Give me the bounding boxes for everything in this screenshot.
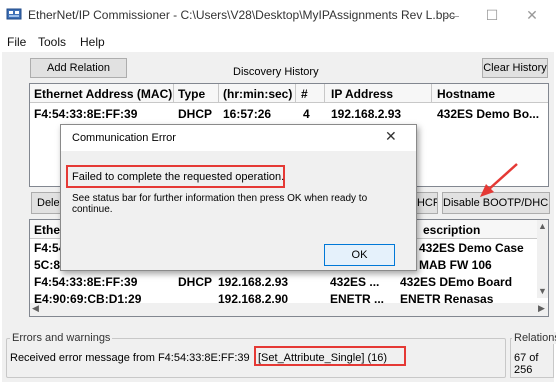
error-message: Received error message from F4:54:33:8E:… [10,352,250,364]
row-description: 432ES DEmo Board [400,275,513,289]
clear-history-button[interactable]: Clear History [482,58,548,78]
col-header-mac-partial[interactable]: Ethe [34,223,60,237]
dialog-title: Communication Error [72,132,176,144]
row-count: 4 [303,107,310,121]
row-hostname: 432ES Demo Bo... [437,107,540,121]
col-header-description[interactable]: escription [423,223,480,237]
column-divider[interactable] [218,84,219,102]
dialog-message: Failed to complete the requested operati… [72,171,285,183]
relations-count: 67 of 256 [514,352,539,376]
column-divider[interactable] [324,84,325,102]
row-mac: F4:54:33:8E:FF:39 [34,275,138,289]
scroll-down-icon[interactable]: ▼ [538,286,547,296]
arrow-annotation-icon [480,163,518,197]
dialog-detail: See status bar for further information t… [72,193,368,215]
relations-label: Relations [512,332,556,344]
menu-tools[interactable]: Tools [38,35,66,49]
col-header-hostname[interactable]: Hostname [437,87,495,101]
scroll-left-icon[interactable]: ◀ [32,303,39,314]
discovery-history-label: Discovery History [233,66,319,78]
scroll-right-icon[interactable]: ▶ [538,303,545,314]
col-header-time[interactable]: (hr:min:sec) [223,87,292,101]
app-icon [6,8,22,20]
row-type: DHCP [178,275,213,289]
add-relation-button[interactable]: Add Relation [30,58,127,78]
row-description: 432ES Demo Case [419,241,524,255]
minimize-button[interactable]: — [432,0,472,30]
maximize-button[interactable]: ☐ [472,0,512,30]
close-window-button[interactable]: ✕ [512,0,552,30]
row-ip: 192.168.2.93 [218,275,289,289]
menu-file[interactable]: File [7,35,26,49]
horizontal-scrollbar[interactable] [30,303,548,316]
window-title: EtherNet/IP Commissioner - C:\Users\V28\… [28,8,456,22]
row-type: DHCP [178,107,213,121]
column-divider[interactable] [173,84,174,102]
dialog-close-icon[interactable]: ✕ [385,128,397,145]
row-mac: F4:54:33:8E:FF:39 [34,107,138,121]
col-header-type[interactable]: Type [178,87,205,101]
ok-button[interactable]: OK [324,244,395,266]
row-ip: 192.168.2.93 [331,107,402,121]
errors-group-label: Errors and warnings [10,332,113,344]
menu-help[interactable]: Help [80,35,105,49]
error-code: [Set_Attribute_Single] (16) [258,352,388,364]
title-bar: EtherNet/IP Commissioner - C:\Users\V28\… [0,0,556,30]
row-hostname: 432ES ... [330,275,380,289]
column-divider[interactable] [431,84,432,102]
col-header-count[interactable]: # [301,87,308,101]
scroll-up-icon[interactable]: ▲ [538,221,547,231]
column-divider[interactable] [295,84,296,102]
row-time: 16:57:26 [223,107,272,121]
col-header-mac[interactable]: Ethernet Address (MAC) [34,87,172,101]
row-description: MAB FW 106 [419,258,492,272]
col-header-ip[interactable]: IP Address [331,87,393,101]
